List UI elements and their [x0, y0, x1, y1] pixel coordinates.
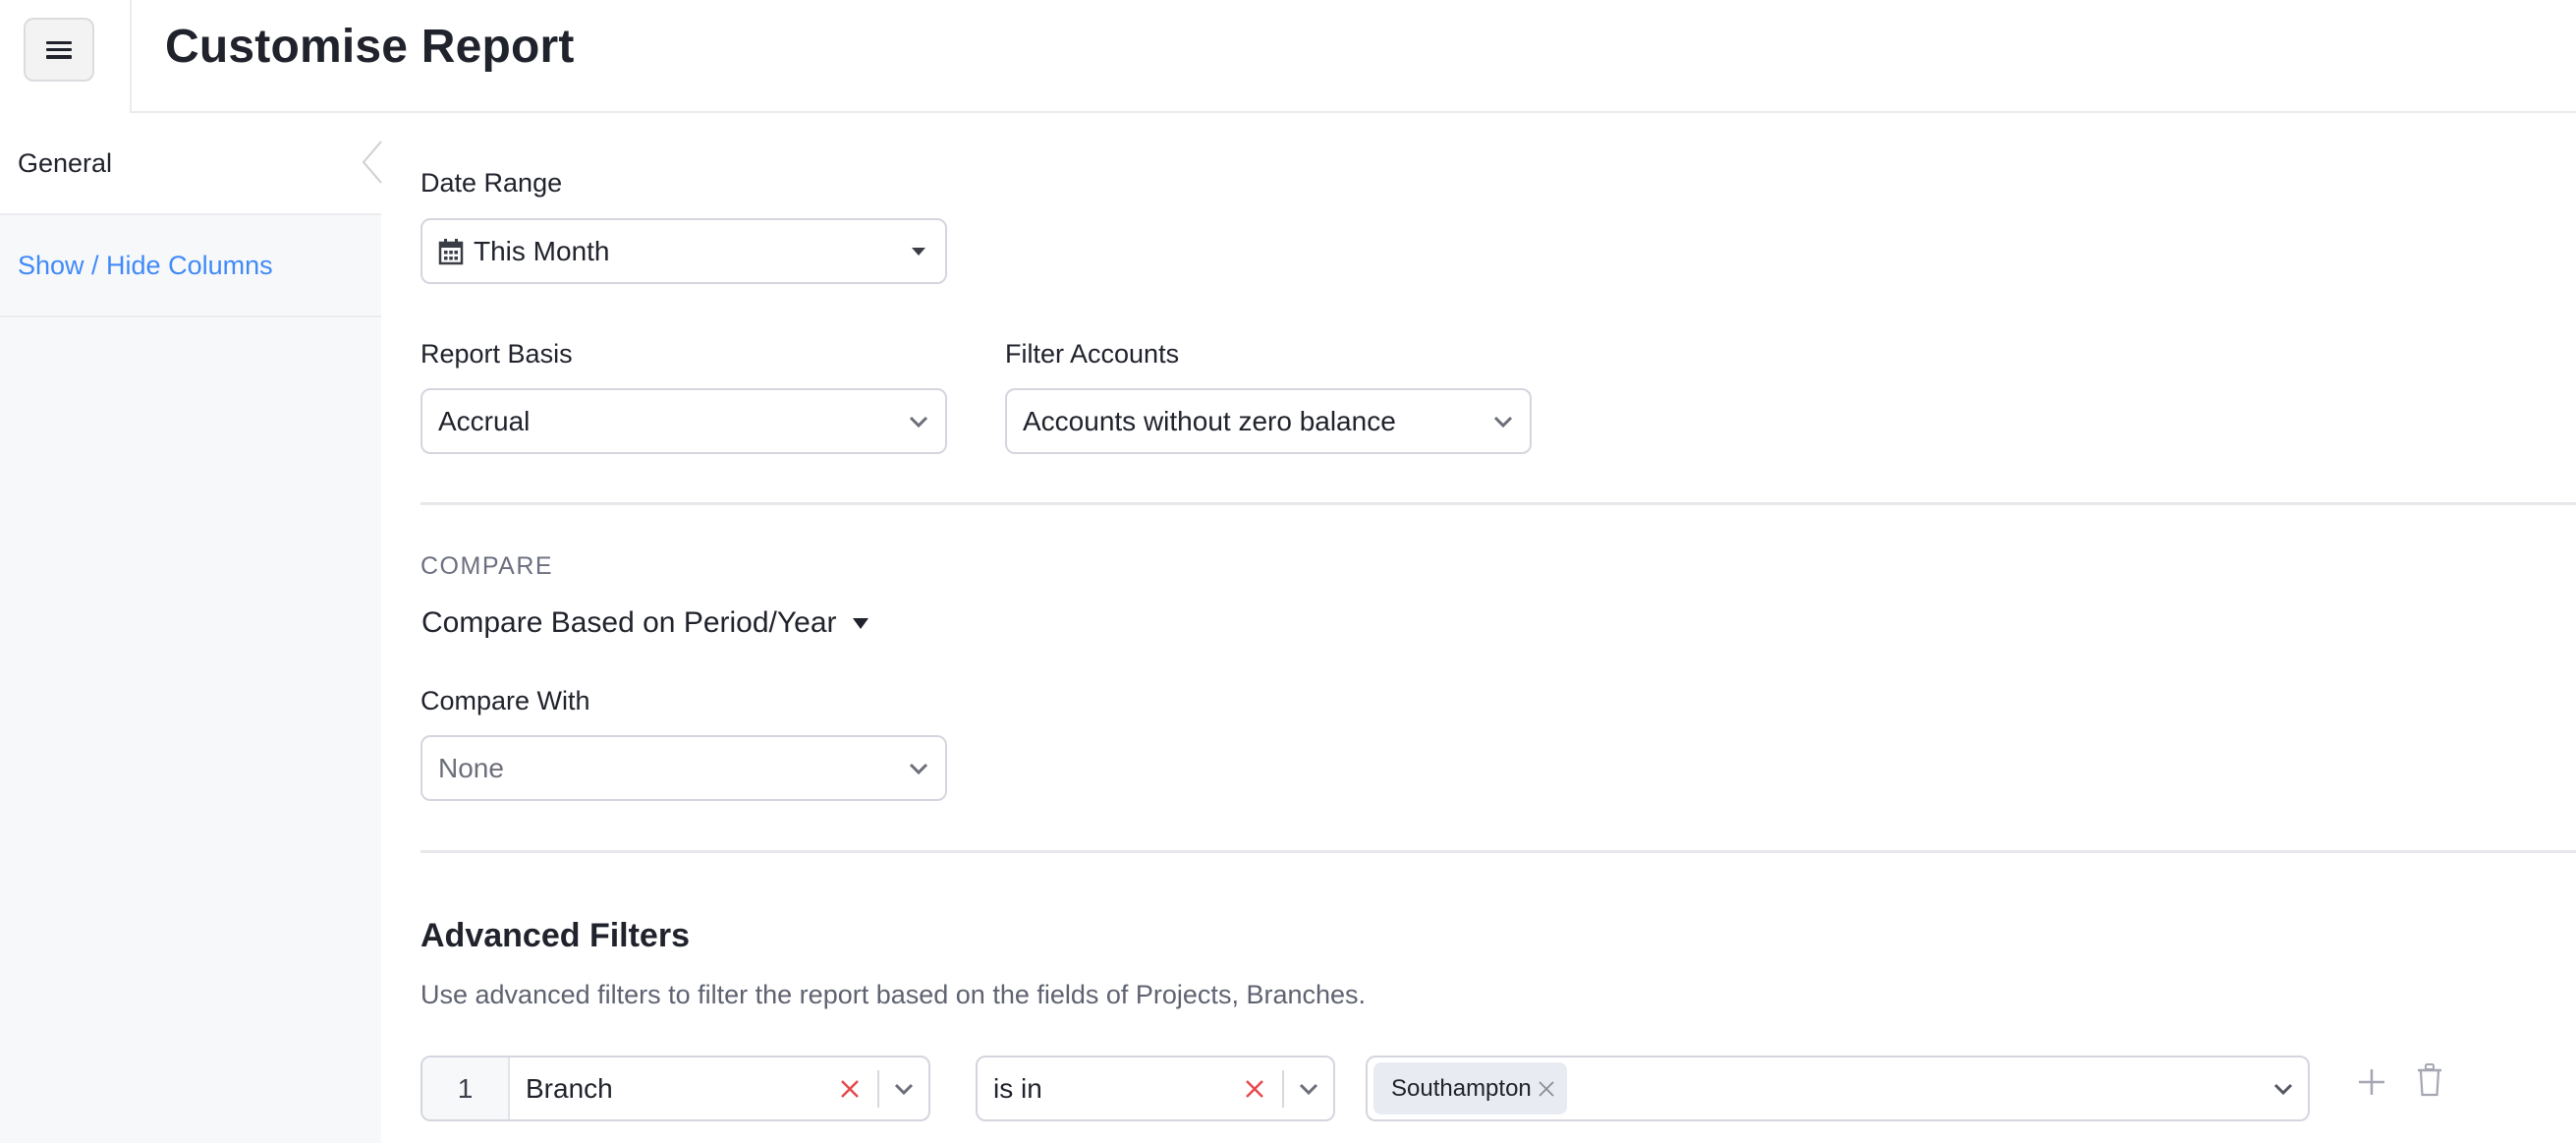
chevron-down-icon[interactable] — [879, 1082, 928, 1096]
date-range-value: This Month — [474, 235, 610, 266]
chevron-down-icon — [1493, 416, 1513, 428]
divider — [420, 502, 2576, 505]
filter-operator-value: is in — [993, 1072, 1042, 1104]
compare-with-value: None — [438, 752, 504, 783]
page-title: Customise Report — [165, 21, 575, 73]
add-filter-icon[interactable] — [2356, 1066, 2387, 1098]
compare-section-label: COMPARE — [420, 552, 554, 580]
date-range-label: Date Range — [420, 168, 563, 198]
filter-operator-select[interactable]: is in — [976, 1056, 1335, 1121]
filter-field-value: Branch — [526, 1072, 613, 1104]
filter-accounts-label: Filter Accounts — [1005, 339, 1180, 369]
sidebar-item-label: General — [18, 147, 113, 178]
compare-toggle-label: Compare Based on Period/Year — [421, 606, 837, 639]
report-basis-select[interactable]: Accrual — [420, 388, 947, 454]
report-basis-value: Accrual — [438, 405, 531, 436]
value-chip: Southampton — [1373, 1062, 1567, 1114]
menu-button[interactable] — [24, 18, 94, 82]
filter-row-number: 1 — [422, 1057, 510, 1119]
caret-down-icon — [912, 247, 925, 256]
compare-with-label: Compare With — [420, 686, 590, 715]
clear-icon[interactable] — [1243, 1077, 1266, 1101]
remove-chip-icon[interactable] — [1538, 1080, 1555, 1098]
clear-icon[interactable] — [838, 1077, 862, 1101]
sidebar: General Show / Hide Columns — [0, 113, 381, 1143]
caret-down-icon — [852, 617, 868, 629]
filter-values-multiselect[interactable]: Southampton — [1366, 1056, 2310, 1121]
compare-with-select[interactable]: None — [420, 735, 947, 801]
compare-based-on-toggle[interactable]: Compare Based on Period/Year — [421, 606, 868, 640]
calendar-icon — [438, 238, 464, 264]
filter-accounts-select[interactable]: Accounts without zero balance — [1005, 388, 1532, 454]
header-divider — [130, 0, 132, 113]
hamburger-menu-icon — [46, 40, 72, 59]
chevron-down-icon — [909, 416, 928, 428]
delete-filter-icon[interactable] — [2415, 1062, 2444, 1098]
chip-label: Southampton — [1391, 1074, 1532, 1102]
chevron-down-icon — [909, 763, 928, 774]
sidebar-item-label: Show / Hide Columns — [18, 250, 273, 280]
filter-field-select[interactable]: 1 Branch — [420, 1056, 930, 1121]
filter-accounts-value: Accounts without zero balance — [1023, 405, 1396, 436]
customise-report-page: Customise Report General Show / Hide Col… — [0, 0, 2576, 1143]
report-basis-label: Report Basis — [420, 339, 573, 369]
chevron-down-icon[interactable] — [1284, 1082, 1333, 1096]
advanced-filters-description: Use advanced filters to filter the repor… — [420, 980, 1367, 1009]
header: Customise Report — [0, 0, 2576, 113]
main-content: Date Range This Month Report Basis Accru… — [381, 113, 2576, 1143]
date-range-select[interactable]: This Month — [420, 218, 947, 284]
divider — [420, 850, 2576, 853]
sidebar-item-general[interactable]: General — [0, 113, 381, 215]
advanced-filters-heading: Advanced Filters — [420, 917, 690, 954]
sidebar-item-show-hide-columns[interactable]: Show / Hide Columns — [0, 215, 381, 317]
chevron-down-icon[interactable] — [2259, 1082, 2308, 1096]
